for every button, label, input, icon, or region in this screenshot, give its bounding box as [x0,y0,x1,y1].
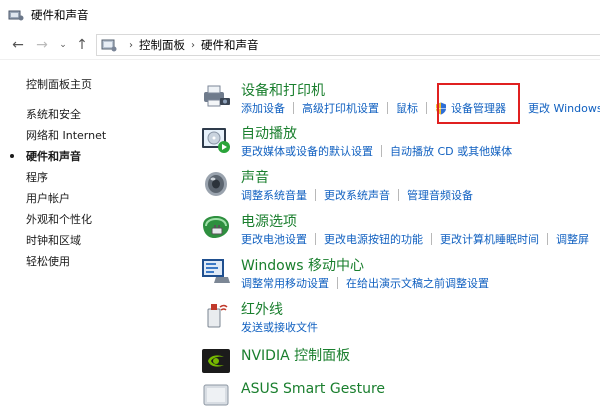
link-send-receive-files[interactable]: 发送或接收文件 [241,319,318,335]
link-adjust-mobility-settings[interactable]: 调整常用移动设置 [241,275,329,291]
link-divider [381,145,382,157]
category-title[interactable]: 自动播放 [241,123,297,143]
nav-programs[interactable]: 程序 [26,169,48,185]
link-divider [315,233,316,245]
touchpad-icon [203,384,229,406]
category-links: 发送或接收文件 [241,319,318,335]
link-adjust-volume[interactable]: 调整系统音量 [241,187,307,203]
address-bar[interactable]: › 控制面板 › 硬件和声音 [96,34,600,56]
forward-arrow-icon[interactable]: → [32,35,52,55]
category-title[interactable]: 电源选项 [241,211,297,231]
category-title[interactable]: 设备和打印机 [241,80,325,100]
link-divider [398,189,399,201]
link-divider [547,233,548,245]
breadcrumb-hardware-sound[interactable]: 硬件和声音 [201,37,259,53]
category-links: 更改媒体或设备的默认设置 自动播放 CD 或其他媒体 [241,143,512,159]
control-panel-icon [101,39,117,52]
category-title[interactable]: ASUS Smart Gesture [241,381,385,397]
link-change-system-sounds[interactable]: 更改系统声音 [324,187,390,203]
breadcrumb-separator-icon[interactable]: › [129,40,133,51]
category-title[interactable]: 红外线 [241,299,283,319]
link-advanced-printer-setup[interactable]: 高级打印机设置 [302,100,379,116]
hardware-sound-icon [8,10,24,21]
category-links: 添加设备 高级打印机设置 鼠标 设备管理器 更改 Windows [241,100,600,116]
link-change-sleep-time[interactable]: 更改计算机睡眠时间 [440,231,539,247]
link-presentation-settings[interactable]: 在给出演示文稿之前调整设置 [346,275,489,291]
category-links: 调整系统音量 更改系统声音 管理音频设备 [241,187,473,203]
link-divider [293,102,294,114]
nav-system-security[interactable]: 系统和安全 [26,106,81,122]
link-power-button-function[interactable]: 更改电源按钮的功能 [324,231,423,247]
back-arrow-icon[interactable]: ← [8,35,28,55]
link-change-windows[interactable]: 更改 Windows [528,100,600,116]
left-navigation: 控制面板主页 系统和安全 网络和 Internet 硬件和声音 程序 用户帐户 … [0,60,190,406]
autoplay-icon [202,128,230,153]
link-divider [337,277,338,289]
speaker-icon [205,172,227,196]
link-change-media-defaults[interactable]: 更改媒体或设备的默认设置 [241,143,373,159]
navigation-bar: ← → ⌄ ↑ › 控制面板 › 硬件和声音 [0,30,600,60]
window-title: 硬件和声音 [31,8,89,22]
nav-appearance[interactable]: 外观和个性化 [26,211,92,227]
category-links: 更改电池设置 更改电源按钮的功能 更改计算机睡眠时间 调整屏 [241,231,589,247]
nav-hardware-sound[interactable]: 硬件和声音 [26,148,81,164]
title-bar: 硬件和声音 [0,0,600,30]
nav-control-panel-home[interactable]: 控制面板主页 [26,76,92,92]
link-divider [387,102,388,114]
up-arrow-icon[interactable]: ↑ [72,35,92,55]
link-adjust-screen[interactable]: 调整屏 [556,231,589,247]
nav-user-accounts[interactable]: 用户帐户 [26,190,70,206]
link-divider [426,102,427,114]
mobility-center-icon [202,259,230,283]
category-links: 调整常用移动设置 在给出演示文稿之前调整设置 [241,275,489,291]
link-autoplay-cd[interactable]: 自动播放 CD 或其他媒体 [390,143,512,159]
nav-ease-of-access[interactable]: 轻松使用 [26,253,70,269]
link-divider [315,189,316,201]
category-title[interactable]: Windows 移动中心 [241,255,364,275]
current-item-bullet-icon [10,154,14,158]
device-manager-highlight-box [437,83,520,124]
link-manage-audio-devices[interactable]: 管理音频设备 [407,187,473,203]
link-change-battery-settings[interactable]: 更改电池设置 [241,231,307,247]
category-title[interactable]: 声音 [241,167,269,187]
nav-clock-region[interactable]: 时钟和区域 [26,232,81,248]
recent-locations-chevron-icon[interactable]: ⌄ [56,35,70,55]
power-options-icon [203,216,229,238]
control-panel-window: 硬件和声音 ← → ⌄ ↑ › 控制面板 › 硬件和声音 控制面板主页 系统和安… [0,0,600,406]
printer-camera-icon [204,85,230,107]
breadcrumb-separator-icon[interactable]: › [191,40,195,51]
link-divider [431,233,432,245]
nav-network-internet[interactable]: 网络和 Internet [26,127,106,143]
infrared-icon [207,304,228,328]
link-add-device[interactable]: 添加设备 [241,100,285,116]
breadcrumb-control-panel[interactable]: 控制面板 [139,37,185,53]
category-title[interactable]: NVIDIA 控制面板 [241,345,350,365]
nvidia-icon [202,349,230,373]
link-mouse[interactable]: 鼠标 [396,100,418,116]
